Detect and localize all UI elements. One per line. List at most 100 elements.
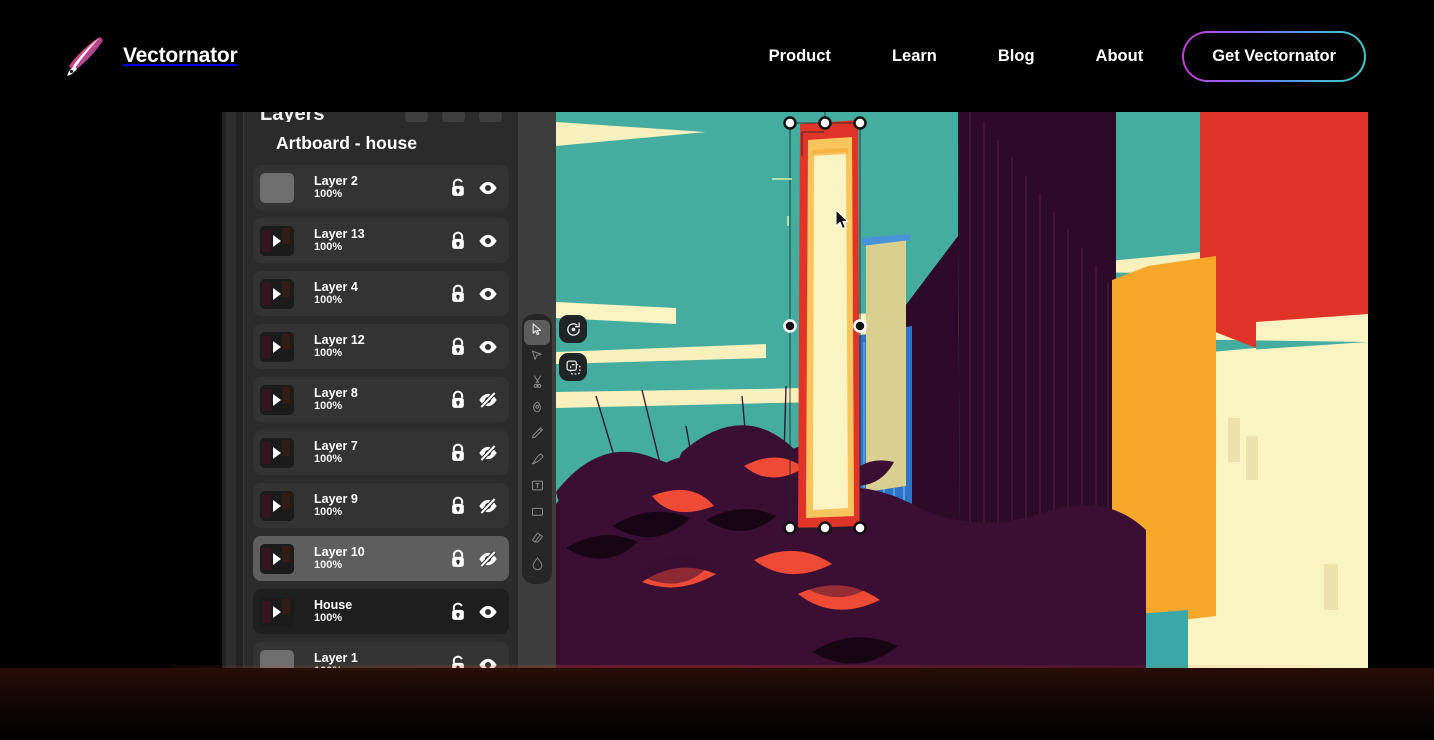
design-canvas[interactable] [556, 96, 1368, 668]
lock-open-icon[interactable] [448, 655, 468, 669]
expand-triangle-icon[interactable] [273, 235, 281, 247]
layer-name: Layer 12 [314, 333, 448, 347]
layer-row[interactable]: Layer 4100% [253, 271, 509, 316]
expand-triangle-icon[interactable] [273, 288, 281, 300]
lock-open-icon[interactable] [448, 178, 468, 198]
expand-triangle-icon[interactable] [273, 394, 281, 406]
text-icon [530, 478, 545, 498]
nav-link-blog[interactable]: Blog [998, 39, 1035, 74]
layer-row[interactable]: Layer 2100% [253, 165, 509, 210]
layer-thumbnail[interactable] [260, 438, 294, 468]
bottom-glow [170, 665, 1380, 691]
pencil-icon [530, 426, 545, 446]
eye-visible-icon[interactable] [478, 284, 498, 304]
expand-triangle-icon[interactable] [273, 341, 281, 353]
lock-closed-icon[interactable] [448, 231, 468, 251]
fill-tool[interactable] [524, 554, 550, 579]
layer-row[interactable]: Layer 8100% [253, 377, 509, 422]
artboard-title: Artboard - house [244, 122, 518, 165]
expand-triangle-icon[interactable] [273, 553, 281, 565]
get-vectornator-button-border: Get Vectornator [1182, 31, 1366, 82]
expand-triangle-icon[interactable] [273, 606, 281, 618]
layer-opacity: 100% [314, 347, 448, 360]
layer-opacity: 100% [314, 665, 448, 668]
eye-hidden-icon[interactable] [478, 496, 498, 516]
layer-name: Layer 1 [314, 651, 448, 665]
layer-name: Layer 10 [314, 545, 448, 559]
layer-thumbnail[interactable] [260, 650, 294, 669]
eye-hidden-icon[interactable] [478, 549, 498, 569]
layer-opacity: 100% [314, 400, 448, 413]
get-vectornator-button[interactable]: Get Vectornator [1184, 33, 1364, 80]
paint-bucket-icon [530, 556, 545, 576]
lock-closed-icon[interactable] [448, 337, 468, 357]
layer-text: Layer 12100% [314, 333, 448, 361]
eye-visible-icon[interactable] [478, 602, 498, 622]
layer-opacity: 100% [314, 453, 448, 466]
text-tool[interactable] [524, 476, 550, 501]
layer-text: House100% [314, 598, 448, 626]
layer-thumbnail[interactable] [260, 544, 294, 574]
layer-text: Layer 4100% [314, 280, 448, 308]
canvas-float-buttons [559, 315, 587, 381]
lock-closed-icon[interactable] [448, 443, 468, 463]
layer-name: Layer 7 [314, 439, 448, 453]
eye-hidden-icon[interactable] [478, 390, 498, 410]
brand-logo-link[interactable]: Vectornator [62, 33, 238, 79]
layer-row[interactable]: House100% [253, 589, 509, 634]
expand-triangle-icon[interactable] [273, 447, 281, 459]
eye-visible-icon[interactable] [478, 178, 498, 198]
layer-row[interactable]: Layer 10100% [253, 536, 509, 581]
layer-thumbnail[interactable] [260, 279, 294, 309]
layer-thumbnail[interactable] [260, 332, 294, 362]
layer-name: Layer 13 [314, 227, 448, 241]
eye-visible-icon[interactable] [478, 231, 498, 251]
lock-closed-icon[interactable] [448, 496, 468, 516]
brush-tool[interactable] [524, 450, 550, 475]
scissors-tool[interactable] [524, 372, 550, 397]
mouse-cursor-icon [835, 209, 850, 235]
eye-hidden-icon[interactable] [478, 443, 498, 463]
top-navigation-bar: Vectornator Product Learn Blog About Get… [0, 0, 1434, 112]
shape-tool[interactable] [524, 502, 550, 527]
layer-thumbnail[interactable] [260, 597, 294, 627]
layer-row[interactable]: Layer 7100% [253, 430, 509, 475]
layer-opacity: 100% [314, 241, 448, 254]
eraser-tool[interactable] [524, 528, 550, 553]
rectangle-icon [530, 504, 545, 524]
layer-list: Layer 2100%Layer 13100%Layer 4100%Layer … [244, 165, 518, 668]
layer-name: Layer 8 [314, 386, 448, 400]
layer-row[interactable]: Layer 1100% [253, 642, 509, 668]
undo-history-button[interactable] [559, 315, 587, 343]
pen-tool[interactable] [524, 398, 550, 423]
layer-text: Layer 2100% [314, 174, 448, 202]
snapping-button[interactable] [559, 353, 587, 381]
layer-thumbnail[interactable] [260, 226, 294, 256]
nav-link-about[interactable]: About [1096, 39, 1144, 74]
layer-text: Layer 8100% [314, 386, 448, 414]
nav-links: Product Learn Blog About Get Vectornator [769, 31, 1366, 82]
layer-text: Layer 7100% [314, 439, 448, 467]
panel-scroll-track[interactable] [226, 96, 236, 668]
expand-triangle-icon[interactable] [273, 500, 281, 512]
lock-closed-icon[interactable] [448, 390, 468, 410]
layer-text: Layer 10100% [314, 545, 448, 573]
nav-link-learn[interactable]: Learn [892, 39, 937, 74]
lock-closed-icon[interactable] [448, 284, 468, 304]
layer-row[interactable]: Layer 13100% [253, 218, 509, 263]
layer-row[interactable]: Layer 12100% [253, 324, 509, 369]
layer-opacity: 100% [314, 294, 448, 307]
nav-link-product[interactable]: Product [769, 39, 831, 74]
layer-thumbnail[interactable] [260, 173, 294, 203]
lock-open-icon[interactable] [448, 602, 468, 622]
selection-tool[interactable] [524, 320, 550, 345]
pencil-tool[interactable] [524, 424, 550, 449]
node-tool[interactable] [524, 346, 550, 371]
eye-visible-icon[interactable] [478, 655, 498, 669]
layer-text: Layer 13100% [314, 227, 448, 255]
eye-visible-icon[interactable] [478, 337, 498, 357]
lock-closed-icon[interactable] [448, 549, 468, 569]
layer-thumbnail[interactable] [260, 491, 294, 521]
layer-thumbnail[interactable] [260, 385, 294, 415]
layer-row[interactable]: Layer 9100% [253, 483, 509, 528]
